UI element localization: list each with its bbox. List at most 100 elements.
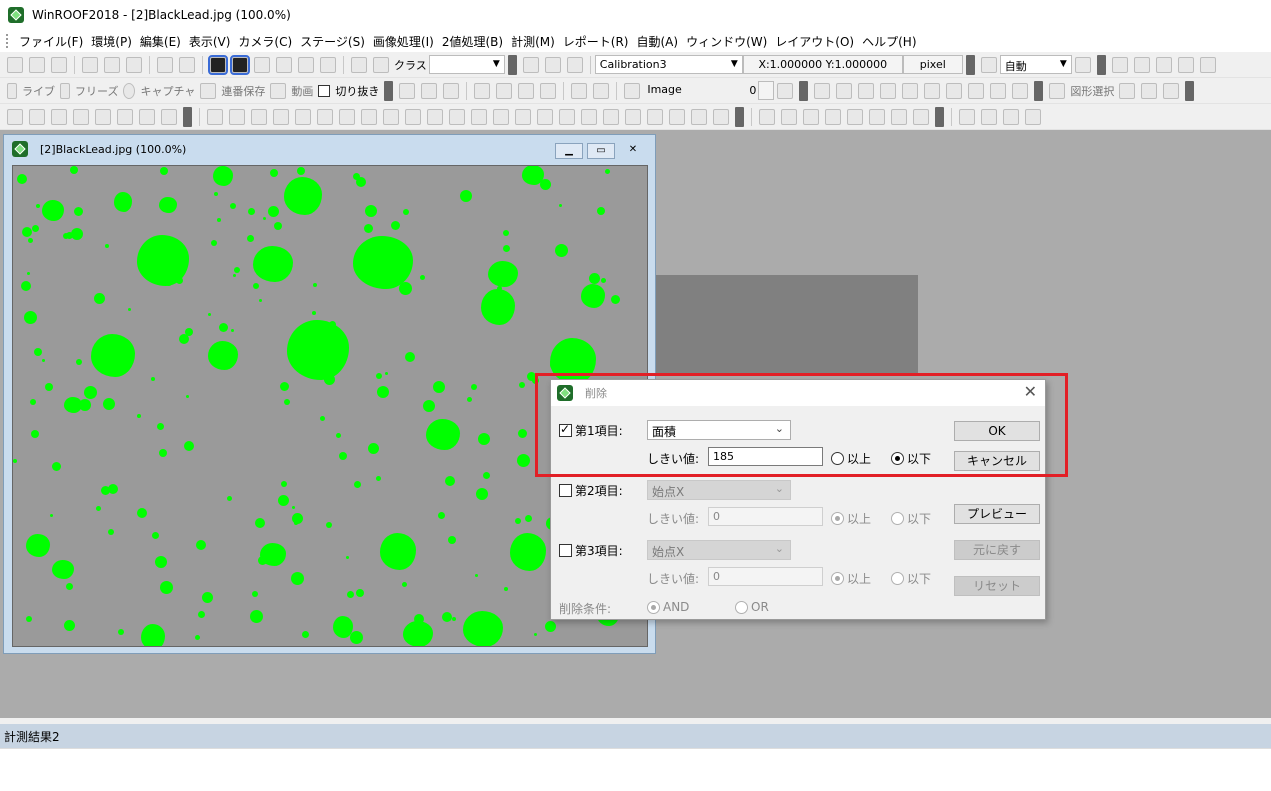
toolbar-dropdown-icon[interactable]	[1096, 54, 1106, 75]
shape-select-button[interactable]: 図形選択	[1070, 83, 1114, 99]
shading-icon[interactable]	[496, 82, 513, 99]
move2-icon[interactable]	[880, 82, 897, 99]
print-icon[interactable]	[351, 56, 367, 73]
binary-mode-icon[interactable]	[230, 54, 250, 75]
measure-tool-icon[interactable]	[803, 108, 819, 125]
measure-tool-icon[interactable]	[625, 108, 641, 125]
brush-icon[interactable]	[968, 82, 985, 99]
menu-image-processing[interactable]: 画像処理(I)	[369, 33, 438, 50]
measure-tool-icon[interactable]	[537, 108, 553, 125]
measure-tool-icon[interactable]	[559, 108, 575, 125]
measure-tool-icon[interactable]	[581, 108, 597, 125]
redo-icon[interactable]	[179, 56, 195, 73]
toolbar-dropdown-icon[interactable]	[183, 106, 192, 127]
measure-tool-icon[interactable]	[339, 108, 355, 125]
toolbar-dropdown-icon[interactable]	[965, 54, 975, 75]
condition-or-radio[interactable]: OR	[735, 600, 769, 614]
measure-tool-icon[interactable]	[713, 108, 729, 125]
measure-tool-icon[interactable]	[383, 108, 399, 125]
continuous-save-button[interactable]: 連番保存	[221, 83, 265, 99]
zoom-select[interactable]: 自動 ▼	[999, 55, 1072, 74]
rect-select-icon[interactable]	[814, 82, 831, 99]
item2-radio-below[interactable]: 以下	[891, 510, 931, 527]
live-button[interactable]: ライブ	[22, 83, 55, 99]
item2-threshold-input[interactable]: 0	[708, 507, 823, 526]
copy-icon[interactable]	[104, 56, 120, 73]
measure-tool-icon[interactable]	[981, 108, 997, 125]
wb-icon[interactable]	[421, 82, 438, 99]
measure-tool-icon[interactable]	[207, 108, 223, 125]
calibration-select[interactable]: Calibration3 ▼	[594, 55, 743, 74]
sequence-icon[interactable]	[200, 82, 217, 99]
menu-view[interactable]: 表示(V)	[185, 33, 235, 50]
play-icon[interactable]	[7, 82, 17, 99]
eraser-icon[interactable]	[1199, 56, 1216, 73]
measure-tool-icon[interactable]	[493, 108, 509, 125]
record-icon[interactable]	[123, 82, 136, 99]
toolbar-dropdown-icon[interactable]	[799, 80, 809, 101]
measure-tool-icon[interactable]	[295, 108, 311, 125]
item3-parameter-select[interactable]: 始点X ⌄	[647, 540, 791, 560]
pause-icon[interactable]	[60, 82, 70, 99]
measure-tool-icon[interactable]	[229, 108, 245, 125]
toolbar-dropdown-icon[interactable]	[1185, 80, 1195, 101]
grid3-icon[interactable]	[566, 56, 583, 73]
measure-tool-icon[interactable]	[891, 108, 907, 125]
zoom-in-icon[interactable]	[980, 56, 997, 73]
toolbar-dropdown-icon[interactable]	[507, 54, 517, 75]
stack-icon[interactable]	[540, 82, 557, 99]
measure-tool-icon[interactable]	[691, 108, 707, 125]
spin-value[interactable]: 0	[749, 84, 756, 97]
help-icon[interactable]	[373, 56, 389, 73]
menu-environment[interactable]: 環境(P)	[87, 33, 136, 50]
measure-tool-icon[interactable]	[781, 108, 797, 125]
measure-tool-icon[interactable]	[647, 108, 663, 125]
movie-button[interactable]: 動画	[291, 83, 313, 99]
toolbar-dropdown-icon[interactable]	[384, 80, 394, 101]
condition-and-radio[interactable]: AND	[647, 600, 689, 614]
menu-help[interactable]: ヘルプ(H)	[858, 33, 920, 50]
grid-icon[interactable]	[990, 82, 1007, 99]
zoom-out-icon[interactable]	[1074, 56, 1091, 73]
grid1-icon[interactable]	[522, 56, 539, 73]
menu-layout[interactable]: レイアウト(O)	[771, 33, 858, 50]
line-tool-icon[interactable]	[836, 82, 853, 99]
item3-radio-above[interactable]: 以上	[831, 570, 871, 587]
refresh-icon[interactable]	[777, 82, 794, 99]
restore-button[interactable]: ▭	[587, 143, 615, 159]
menu-file[interactable]: ファイル(F)	[15, 33, 87, 50]
layer2-icon[interactable]	[593, 82, 610, 99]
undo-button[interactable]: 元に戻す	[954, 540, 1040, 560]
item3-radio-below[interactable]: 以下	[891, 570, 931, 587]
new-icon[interactable]	[7, 56, 23, 73]
polygon-icon[interactable]	[924, 82, 941, 99]
preview-button[interactable]: プレビュー	[954, 504, 1040, 524]
measure-tool-icon[interactable]	[405, 108, 421, 125]
item2-checkbox-row[interactable]: 第2項目:	[559, 482, 623, 499]
item2-parameter-select[interactable]: 始点X ⌄	[647, 480, 791, 500]
close-button[interactable]: ✕	[619, 143, 647, 159]
draw-pen-icon[interactable]	[1119, 82, 1136, 99]
results-table[interactable]	[0, 748, 1271, 791]
measure-tool-icon[interactable]	[471, 108, 487, 125]
measure-tool-icon[interactable]	[449, 108, 465, 125]
measure-tool-icon[interactable]	[825, 108, 841, 125]
measure-tool-icon[interactable]	[51, 108, 67, 125]
box-icon[interactable]	[1163, 82, 1180, 99]
ellipse-icon[interactable]	[902, 82, 919, 99]
measure-tool-icon[interactable]	[959, 108, 975, 125]
menu-camera[interactable]: カメラ(C)	[234, 33, 296, 50]
measure-tool-icon[interactable]	[427, 108, 443, 125]
measure-tool-icon[interactable]	[95, 108, 111, 125]
hand-icon[interactable]	[1111, 56, 1128, 73]
item2-radio-above[interactable]: 以上	[831, 510, 871, 527]
measure-tool-icon[interactable]	[139, 108, 155, 125]
number-icon[interactable]	[276, 56, 292, 73]
menu-report[interactable]: レポート(R)	[559, 33, 633, 50]
toolbar-dropdown-icon[interactable]	[1034, 80, 1044, 101]
menu-stage[interactable]: ステージ(S)	[296, 33, 369, 50]
measure-tool-icon[interactable]	[869, 108, 885, 125]
measure-tool-icon[interactable]	[913, 108, 929, 125]
cursor-icon[interactable]	[1049, 82, 1066, 99]
movie-icon[interactable]	[270, 82, 287, 99]
